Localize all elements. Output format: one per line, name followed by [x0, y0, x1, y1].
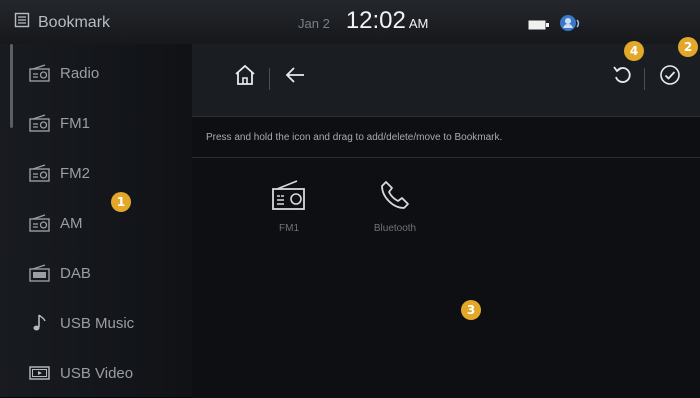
- bookmark-icon: [14, 12, 30, 33]
- sidebar-item-usb-music[interactable]: USB Music: [0, 298, 192, 348]
- back-button[interactable]: [278, 60, 312, 94]
- status-bar: Bookmark Jan 2 12:02 AM: [0, 0, 700, 44]
- sidebar: Radio FM1 FM2 AM DAB USB Music USB Video: [0, 44, 192, 397]
- bookmark-panel[interactable]: Press and hold the icon and drag to add/…: [192, 116, 700, 398]
- bookmark-label: Bluetooth: [373, 223, 417, 234]
- sidebar-item-fm2[interactable]: FM2: [0, 148, 192, 198]
- video-icon: [28, 365, 52, 381]
- clock-area: Jan 2 12:02 AM: [298, 7, 428, 35]
- reset-button[interactable]: [605, 60, 639, 94]
- toolbar-separator: [269, 68, 270, 90]
- bookmark-item-bluetooth[interactable]: Bluetooth: [355, 175, 435, 234]
- sidebar-item-label: Radio: [60, 64, 100, 82]
- home-icon: [233, 63, 257, 92]
- callout-marker: 1: [111, 192, 131, 212]
- sidebar-item-label: USB Music: [60, 314, 135, 332]
- radio-icon: [28, 114, 52, 132]
- time-text: 12:02: [345, 7, 406, 34]
- reset-icon: [610, 63, 634, 92]
- sidebar-item-am[interactable]: AM: [0, 198, 192, 248]
- music-note-icon: [28, 313, 52, 333]
- bookmark-label: FM1: [279, 223, 299, 234]
- phone-icon: [378, 175, 412, 215]
- bookmark-item-fm1[interactable]: FM1: [249, 175, 329, 234]
- radio-icon: [28, 164, 52, 182]
- sidebar-item-fm1[interactable]: FM1: [0, 98, 192, 148]
- toolbar-separator: [644, 68, 645, 90]
- callout-marker: 4: [624, 41, 644, 61]
- date-text: Jan 2: [298, 16, 330, 31]
- status-icons: [528, 12, 582, 41]
- sidebar-item-usb-video[interactable]: USB Video: [0, 348, 192, 398]
- divider: [192, 157, 700, 158]
- ampm-text: AM: [408, 16, 429, 31]
- sidebar-item-radio[interactable]: Radio: [0, 48, 192, 98]
- back-arrow-icon: [283, 63, 307, 92]
- clock: 12:02 AM: [346, 7, 429, 35]
- radio-icon: [28, 214, 52, 232]
- sidebar-item-label: FM2: [60, 164, 90, 182]
- app-title: Bookmark: [14, 12, 110, 33]
- battery-icon: [528, 18, 550, 36]
- confirm-button[interactable]: [653, 60, 687, 94]
- sidebar-item-dab[interactable]: DAB: [0, 248, 192, 298]
- home-button[interactable]: [228, 60, 262, 94]
- callout-marker: 3: [461, 300, 481, 320]
- radio-icon: [28, 64, 52, 82]
- sidebar-item-label: DAB: [60, 264, 91, 282]
- sidebar-item-label: FM1: [60, 114, 90, 132]
- sidebar-item-label: USB Video: [60, 364, 134, 382]
- sidebar-item-label: AM: [60, 214, 83, 232]
- app-title-text: Bookmark: [38, 13, 111, 31]
- voice-assistant-icon[interactable]: [558, 12, 582, 41]
- callout-marker: 2: [678, 37, 698, 57]
- dab-icon: [28, 264, 52, 282]
- radio-icon: [271, 175, 307, 215]
- check-circle-icon: [658, 63, 682, 92]
- instruction-text: Press and hold the icon and drag to add/…: [206, 132, 503, 143]
